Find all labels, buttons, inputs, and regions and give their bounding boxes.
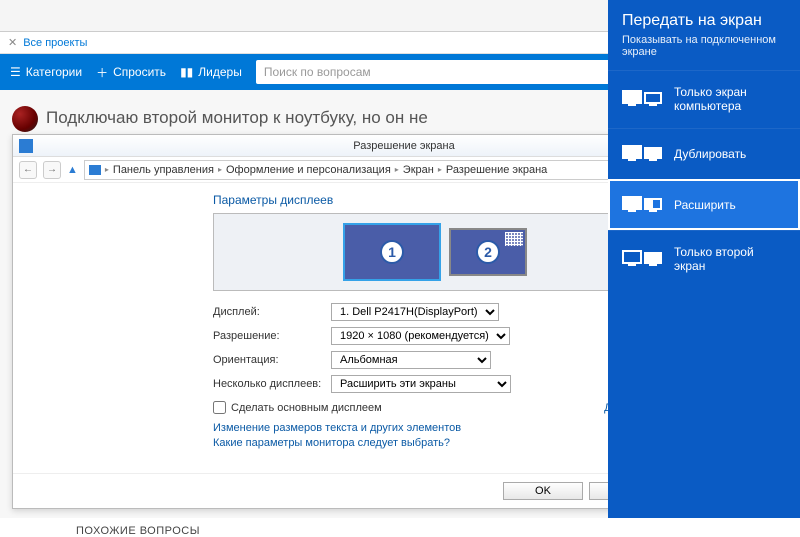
charm-item-label: Только второй экран [674, 245, 786, 274]
duplicate-icon [622, 143, 662, 165]
chart-icon: ▮▮ [180, 65, 193, 79]
orientation-label: Ориентация: [213, 354, 323, 366]
monitor-grid-icon [505, 232, 523, 246]
plus-icon: ＋ [96, 64, 108, 81]
charm-title: Передать на экран [608, 0, 800, 34]
up-icon[interactable]: ▲ [67, 164, 78, 176]
multi-select[interactable]: Расширить эти экраны [331, 375, 511, 393]
multi-label: Несколько дисплеев: [213, 378, 323, 390]
charm-item-second-only[interactable]: Только второй экран [608, 230, 800, 288]
charm-item-duplicate[interactable]: Дублировать [608, 128, 800, 179]
nav-categories-label: Категории [26, 65, 82, 79]
monitor-number: 2 [476, 240, 500, 264]
extend-icon [622, 194, 662, 216]
charm-item-label: Дублировать [674, 147, 746, 161]
back-button[interactable]: ← [19, 161, 37, 179]
nav-leaders-label: Лидеры [198, 65, 242, 79]
charm-item-label: Расширить [674, 198, 736, 212]
project-charm-panel: Передать на экран Показывать на подключе… [608, 0, 800, 518]
pc-only-icon [622, 88, 662, 110]
nav-ask[interactable]: ＋ Спросить [96, 64, 166, 81]
charm-subtitle: Показывать на подключенном экране [608, 34, 800, 70]
list-icon: ☰ [10, 65, 21, 79]
forward-button[interactable]: → [43, 161, 61, 179]
displays-preview[interactable]: 1 2 [213, 213, 657, 291]
chevron-right-icon: ▸ [438, 165, 442, 174]
monitor-1[interactable]: 1 [343, 223, 441, 281]
primary-display-checkbox[interactable] [213, 401, 226, 414]
breadcrumb-item[interactable]: Панель управления [113, 164, 214, 176]
resolution-select[interactable]: 1920 × 1080 (рекомендуется) [331, 327, 510, 345]
nav-categories[interactable]: ☰ Категории [10, 65, 82, 79]
nav-leaders[interactable]: ▮▮ Лидеры [180, 65, 242, 79]
display-select[interactable]: 1. Dell P2417H(DisplayPort) [331, 303, 499, 321]
monitor-icon [89, 165, 101, 175]
tab-all-projects[interactable]: Все проекты [23, 37, 87, 49]
resolution-label: Разрешение: [213, 330, 323, 342]
asker-avatar[interactable] [12, 106, 38, 132]
chevron-right-icon: ▸ [218, 165, 222, 174]
breadcrumb-item[interactable]: Разрешение экрана [446, 164, 547, 176]
monitor-number: 1 [380, 240, 404, 264]
question-search-placeholder: Поиск по вопросам [264, 65, 371, 79]
charm-item-extend[interactable]: Расширить [608, 179, 800, 230]
window-icon [19, 139, 33, 153]
monitor-2[interactable]: 2 [449, 228, 527, 276]
ok-button[interactable]: OK [503, 482, 583, 500]
chevron-right-icon: ▸ [395, 165, 399, 174]
orientation-select[interactable]: Альбомная [331, 351, 491, 369]
charm-item-pc-only[interactable]: Только экран компьютера [608, 70, 800, 128]
tab-close-icon[interactable]: ✕ [8, 36, 17, 49]
question-title-text: Подключаю второй монитор к ноутбуку, но … [46, 108, 428, 127]
charm-item-label: Только экран компьютера [674, 85, 786, 114]
chevron-right-icon: ▸ [105, 165, 109, 174]
breadcrumb-item[interactable]: Оформление и персонализация [226, 164, 391, 176]
nav-ask-label: Спросить [113, 65, 166, 79]
primary-display-label: Сделать основным дисплеем [231, 402, 382, 414]
breadcrumb-item[interactable]: Экран [403, 164, 434, 176]
display-label: Дисплей: [213, 306, 323, 318]
second-only-icon [622, 248, 662, 270]
